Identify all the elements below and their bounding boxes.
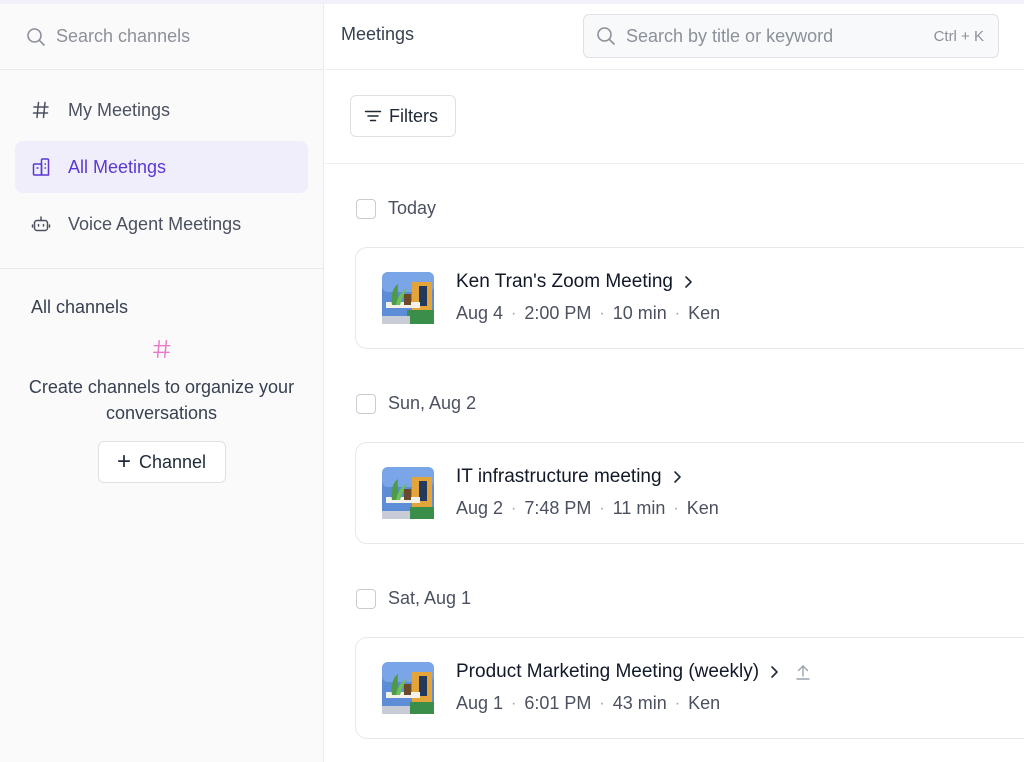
main-panel: Meetings Search by title or keyword Ctrl… — [325, 4, 1024, 762]
sidebar-item-label: Voice Agent Meetings — [68, 213, 242, 234]
filter-lines-icon — [364, 110, 382, 122]
date-group-label: Sat, Aug 1 — [388, 588, 472, 608]
search-shortcut-hint: Ctrl + K — [933, 27, 984, 45]
meeting-title[interactable]: Product Marketing Meeting (weekly) — [456, 661, 811, 683]
separator-dot: · — [599, 499, 605, 517]
search-icon — [27, 27, 45, 46]
meeting-thumbnail — [382, 467, 434, 519]
date-group-header: Today — [356, 198, 436, 219]
sidebar-item-label: All Meetings — [68, 156, 167, 177]
meeting-search-placeholder: Search by title or keyword — [626, 25, 834, 46]
meeting-meta: Aug 1 · 6:01 PM · 43 min · Ken — [456, 693, 720, 714]
meetings-building-icon — [32, 158, 50, 176]
plus-icon: + — [116, 448, 131, 475]
channels-section: All channels Create channels to organize… — [0, 269, 323, 483]
date-group-label: Today — [388, 198, 437, 218]
page-title: Meetings — [341, 24, 415, 44]
meeting-duration: 10 min — [612, 303, 667, 323]
channels-empty-text: Create channels to organize your convers… — [28, 377, 295, 423]
search-icon — [597, 27, 615, 45]
select-group-checkbox[interactable] — [356, 393, 376, 414]
sidebar-nav: My Meetings All Meetings Voice Agent Mee… — [0, 70, 323, 269]
meeting-title-text: Ken Tran's Zoom Meeting — [456, 271, 673, 292]
meeting-date: Aug 2 — [456, 498, 504, 518]
channel-search[interactable]: Search channels — [0, 4, 323, 70]
separator-dot: · — [511, 694, 517, 712]
hash-icon — [32, 101, 49, 119]
chevron-right-icon — [685, 276, 692, 288]
sidebar-item-my-meetings[interactable]: My Meetings — [15, 84, 308, 136]
meeting-meta: Aug 2 · 7:48 PM · 11 min · Ken — [456, 498, 719, 519]
add-channel-button[interactable]: + Channel — [97, 441, 226, 483]
meeting-title[interactable]: IT infrastructure meeting — [456, 466, 684, 488]
separator-dot: · — [674, 304, 681, 322]
meeting-duration: 11 min — [612, 498, 666, 518]
meeting-thumbnail — [382, 662, 434, 714]
filters-label: Filters — [389, 105, 438, 126]
meeting-date: Aug 4 — [456, 303, 504, 323]
meeting-title-text: Product Marketing Meeting (weekly) — [456, 661, 760, 682]
separator-dot: · — [674, 694, 681, 712]
meeting-time: 2:00 PM — [524, 303, 592, 323]
meeting-card[interactable]: Ken Tran's Zoom Meeting Aug 4 · 2:00 PM … — [355, 247, 1024, 349]
meeting-meta: Aug 4 · 2:00 PM · 10 min · Ken — [456, 303, 720, 324]
meeting-title[interactable]: Ken Tran's Zoom Meeting — [456, 271, 695, 293]
meeting-owner: Ken — [686, 498, 719, 518]
meeting-time: 6:01 PM — [524, 693, 592, 713]
separator-dot: · — [599, 694, 605, 712]
meeting-thumbnail — [382, 272, 434, 324]
main-header: Meetings Search by title or keyword Ctrl… — [325, 4, 1024, 70]
robot-icon — [31, 216, 51, 232]
meeting-time: 7:48 PM — [524, 498, 592, 518]
channel-search-placeholder: Search channels — [56, 26, 191, 46]
sidebar: Search channels My Meetings All Meetings… — [0, 4, 324, 762]
channels-empty-hash-icon — [0, 338, 323, 364]
date-group-header: Sat, Aug 1 — [356, 588, 471, 609]
date-group-label: Sun, Aug 2 — [388, 393, 477, 413]
meeting-date: Aug 1 — [456, 693, 504, 713]
meeting-card[interactable]: Product Marketing Meeting (weekly) Aug 1… — [355, 637, 1024, 739]
chevron-right-icon — [673, 471, 681, 483]
sidebar-item-all-meetings[interactable]: All Meetings — [15, 141, 308, 193]
meeting-duration: 43 min — [612, 693, 667, 713]
meeting-card[interactable]: IT infrastructure meeting Aug 2 · 7:48 P… — [355, 442, 1024, 544]
meeting-title-text: IT infrastructure meeting — [456, 466, 662, 487]
separator-dot: · — [511, 499, 517, 517]
separator-dot: · — [599, 304, 605, 322]
meeting-owner: Ken — [688, 303, 721, 323]
date-group-header: Sun, Aug 2 — [356, 393, 476, 414]
add-channel-label: Channel — [138, 451, 207, 472]
filters-button[interactable]: Filters — [350, 95, 456, 137]
separator-dot: · — [673, 499, 679, 517]
separator-dot: · — [511, 304, 517, 322]
select-group-checkbox[interactable] — [356, 588, 376, 609]
meeting-search-input[interactable]: Search by title or keyword Ctrl + K — [583, 14, 999, 58]
chevron-right-icon — [771, 666, 778, 678]
upload-icon[interactable] — [795, 663, 811, 681]
sidebar-item-voice-agent-meetings[interactable]: Voice Agent Meetings — [15, 198, 308, 250]
select-group-checkbox[interactable] — [356, 198, 376, 219]
channels-heading: All channels — [31, 297, 129, 317]
toolbar: Filters — [325, 70, 1024, 164]
sidebar-item-label: My Meetings — [68, 99, 171, 120]
meeting-owner: Ken — [688, 693, 721, 713]
